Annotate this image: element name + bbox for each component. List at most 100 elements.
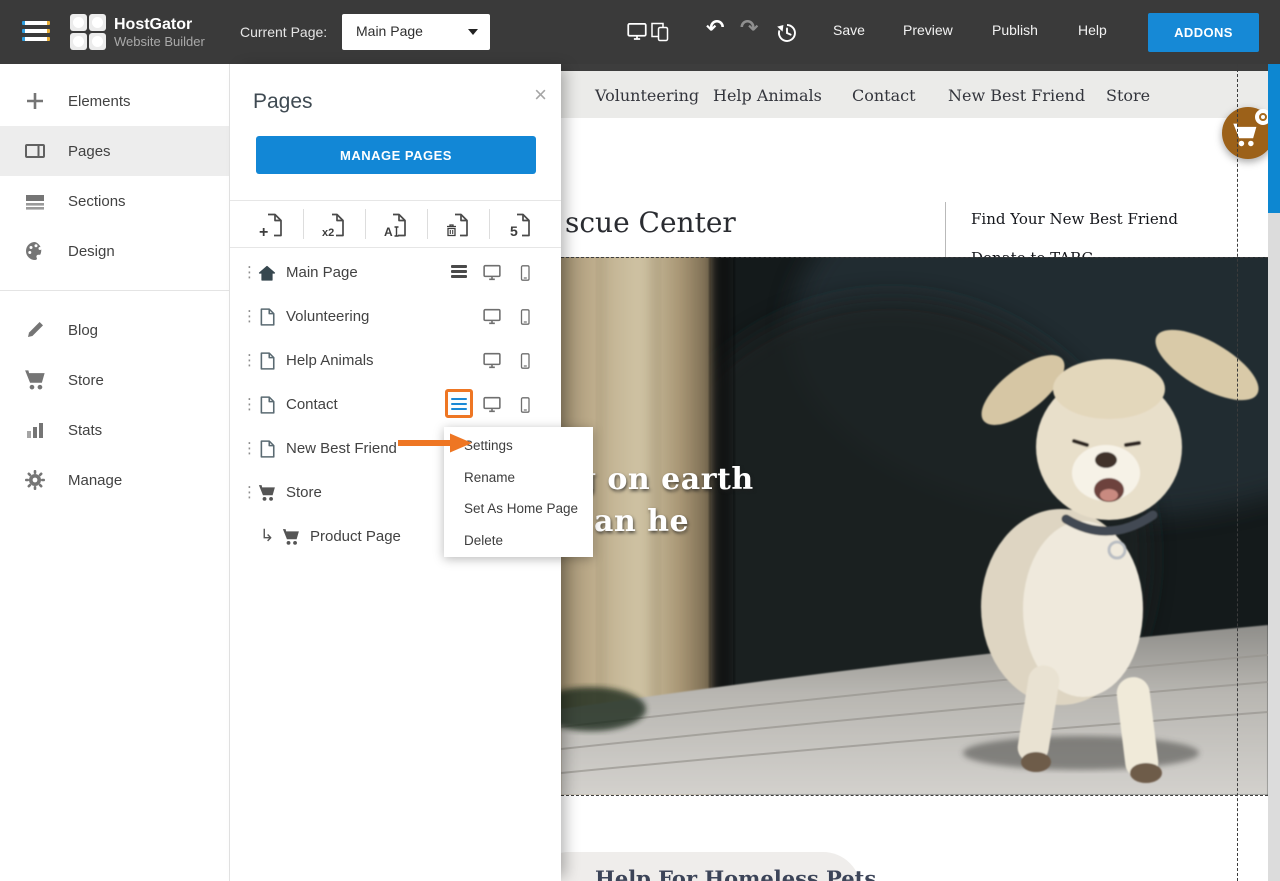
manage-pages-button[interactable]: MANAGE PAGES [256,136,536,174]
publish-button[interactable]: Publish [992,22,1038,38]
addons-button[interactable]: ADDONS [1148,13,1259,52]
page-menu-icon-highlighted[interactable] [445,389,473,418]
page-row-label[interactable]: Main Page [286,264,358,281]
site-nav-help-animals[interactable]: Help Animals [713,86,822,105]
undo-icon[interactable]: ↶ [706,16,724,42]
drag-handle-icon[interactable]: ⋮ [242,439,257,459]
preview-scrollbar-track[interactable] [1268,64,1280,881]
sidebar-item-pages[interactable]: Pages [0,126,229,176]
sidebar-item-label: Stats [68,422,102,439]
help-button[interactable]: Help [1078,22,1107,38]
site-nav-store[interactable]: Store [1106,86,1150,105]
gear-icon [24,469,46,491]
mobile-visibility-icon[interactable] [517,396,533,414]
bottom-heading-fragment[interactable]: Help For Homeless Pets [595,866,876,881]
panel-title: Pages [253,90,313,114]
page-row-main-page[interactable]: ⋮ Main Page [230,251,561,295]
redo-icon[interactable]: ↷ [740,16,758,42]
duplicate-page-icon[interactable]: x2 [303,207,365,243]
context-menu-rename[interactable]: Rename [444,462,593,494]
site-nav-new-best-friend[interactable]: New Best Friend [948,86,1085,105]
preview-scrollbar-thumb[interactable] [1268,64,1280,213]
preview-top-strip [561,64,1268,71]
mobile-visibility-icon[interactable] [517,308,533,326]
svg-text:x2: x2 [322,227,334,239]
context-menu-set-home[interactable]: Set As Home Page [444,493,593,525]
close-icon[interactable]: × [534,84,547,106]
mobile-visibility-icon[interactable] [517,352,533,370]
page-row-label[interactable]: Product Page [310,528,401,545]
restore-page-icon[interactable]: 5 [489,207,551,243]
context-menu-delete[interactable]: Delete [444,525,593,557]
page-row-label[interactable]: New Best Friend [286,440,397,457]
add-page-icon[interactable]: + [241,207,303,243]
desktop-visibility-icon[interactable] [483,308,501,326]
bottom-card[interactable]: Help For Homeless Pets [561,852,861,881]
desktop-visibility-icon[interactable] [483,264,501,282]
builder-sidebar: Elements Pages Sections Design [0,64,230,881]
preview-button[interactable]: Preview [903,22,953,38]
site-cart-widget[interactable] [1222,107,1268,159]
drag-handle-icon[interactable]: ⋮ [242,307,257,327]
sidebar-item-blog[interactable]: Blog [0,305,229,355]
current-page-dropdown[interactable]: Main Page [342,14,490,50]
brand-subtitle: Website Builder [114,34,205,50]
menu-icon[interactable] [22,21,50,43]
save-button[interactable]: Save [833,22,865,38]
pages-toolbar: + x2 A [230,201,561,247]
site-preview-canvas[interactable]: Volunteering Help Animals Contact New Be… [561,64,1268,881]
page-row-contact[interactable]: ⋮ Contact [230,383,561,427]
rename-page-icon[interactable]: A [365,207,427,243]
app-window: HostGator Website Builder Current Page: … [0,0,1280,881]
site-title-fragment[interactable]: scue Center [565,206,736,239]
pages-icon [24,140,46,162]
drag-handle-icon[interactable]: ⋮ [242,351,257,371]
builder-topbar: HostGator Website Builder Current Page: … [0,0,1280,64]
sidebar-item-label: Sections [68,193,126,210]
cart-icon [258,484,276,502]
page-menu-icon[interactable] [451,265,467,280]
sidebar-item-sections[interactable]: Sections [0,176,229,226]
site-link-find-friend[interactable]: Find Your New Best Friend [971,210,1178,228]
cart-count-badge [1255,109,1268,125]
sidebar-item-manage[interactable]: Manage [0,455,229,505]
page-row-label[interactable]: Help Animals [286,352,374,369]
site-nav-contact[interactable]: Contact [852,86,916,105]
sidebar-item-label: Design [68,243,115,260]
sidebar-item-elements[interactable]: Elements [0,76,229,126]
page-icon [258,440,276,458]
drag-handle-icon[interactable]: ⋮ [242,395,257,415]
site-bottom-section[interactable]: Help For Homeless Pets [561,795,1268,881]
sidebar-divider [0,290,229,291]
cart-icon [1232,122,1258,148]
panel-divider [230,247,561,248]
drag-handle-icon[interactable]: ⋮ [242,483,257,503]
page-row-label[interactable]: Contact [286,396,338,413]
sidebar-item-label: Manage [68,472,122,489]
site-header-section[interactable]: scue Center Find Your New Best Friend Do… [561,118,1268,257]
sidebar-item-stats[interactable]: Stats [0,405,229,455]
chevron-down-icon [468,29,478,35]
history-icon[interactable] [776,22,798,44]
page-row-volunteering[interactable]: ⋮ Volunteering [230,295,561,339]
sidebar-item-store[interactable]: Store [0,355,229,405]
page-row-help-animals[interactable]: ⋮ Help Animals [230,339,561,383]
hero-text-line-2[interactable]: an he [594,504,689,539]
drag-handle-icon[interactable]: ⋮ [242,263,257,283]
sidebar-item-label: Elements [68,93,131,110]
mobile-view-icon[interactable] [650,22,670,42]
desktop-view-icon[interactable] [626,22,648,42]
desktop-visibility-icon[interactable] [483,352,501,370]
hero-image-section[interactable]: g on earth an he [561,257,1268,795]
mobile-visibility-icon[interactable] [517,264,533,282]
page-row-label[interactable]: Volunteering [286,308,369,325]
brand-text: HostGator Website Builder [114,15,205,50]
desktop-visibility-icon[interactable] [483,396,501,414]
page-menu-icon[interactable] [451,398,467,413]
hero-text-line-1[interactable]: g on earth [575,462,754,497]
site-nav-bar[interactable]: Volunteering Help Animals Contact New Be… [561,71,1268,118]
site-nav-volunteering[interactable]: Volunteering [595,86,699,105]
sidebar-item-design[interactable]: Design [0,226,229,276]
page-row-label[interactable]: Store [286,484,322,501]
delete-page-icon[interactable] [427,207,489,243]
